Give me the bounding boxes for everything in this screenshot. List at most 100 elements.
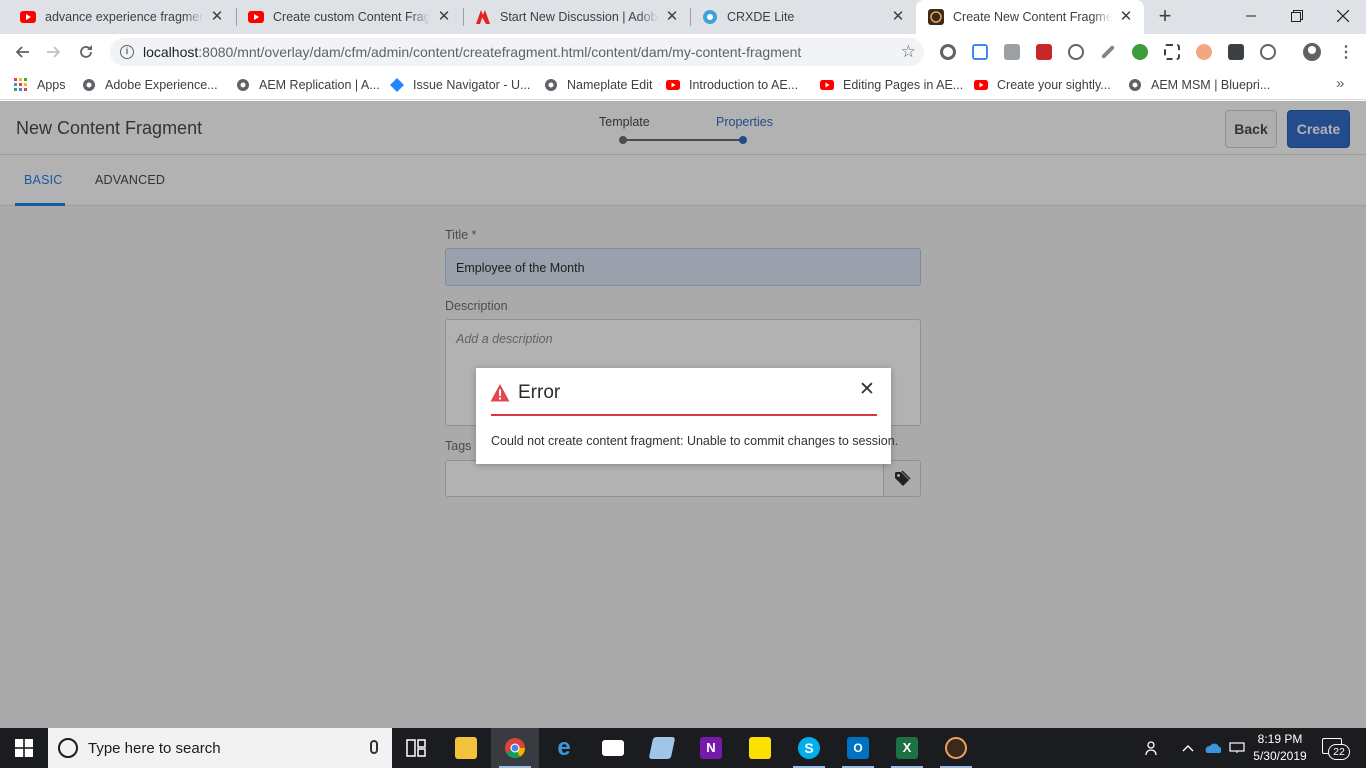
browser-tab-title: Start New Discussion | Adobe C (500, 10, 658, 24)
bookmark-item[interactable]: AEM Replication | A... (236, 76, 380, 94)
close-tab-icon[interactable]: ✕ (209, 9, 225, 25)
taskbar-outlook[interactable]: O (834, 728, 882, 768)
notification-count-badge: 22 (1328, 744, 1350, 760)
close-tab-icon[interactable]: ✕ (436, 9, 452, 25)
browser-tab-title: Create custom Content Fragme (273, 10, 430, 24)
minimize-button[interactable] (1228, 0, 1274, 32)
app-icon (945, 737, 967, 759)
sticky-notes-icon (749, 737, 771, 759)
screenshot-extension-icon[interactable] (972, 44, 988, 60)
browser-menu-icon[interactable]: ⋮ (1338, 42, 1354, 62)
extension-icon[interactable] (1036, 44, 1052, 60)
bookmark-label: Nameplate Edit (567, 78, 653, 92)
windows-logo-icon (15, 739, 33, 757)
browser-tab[interactable]: Create custom Content Fragme ✕ (236, 0, 462, 34)
eyedropper-extension-icon[interactable] (1100, 44, 1116, 60)
taskbar-search-box[interactable]: Type here to search (48, 728, 392, 768)
close-tab-icon[interactable]: ✕ (664, 9, 680, 25)
chevron-up-icon[interactable] (1178, 728, 1198, 768)
youtube-icon (666, 80, 680, 90)
taskbar-sticky-notes[interactable] (736, 728, 784, 768)
chrome-icon (505, 738, 526, 759)
task-view-button[interactable] (392, 728, 440, 768)
crop-extension-icon[interactable] (1164, 44, 1180, 60)
close-icon[interactable]: ✕ (859, 380, 875, 399)
taskbar-app[interactable] (932, 728, 980, 768)
globe-icon (83, 79, 95, 91)
camera-extension-icon[interactable] (1228, 44, 1244, 60)
browser-toolbar: i localhost:8080/mnt/overlay/dam/cfm/adm… (0, 34, 1366, 70)
windows-start-button[interactable] (0, 728, 48, 768)
microphone-icon[interactable] (370, 740, 378, 754)
more-bookmarks-chevron-icon[interactable]: » (1336, 75, 1344, 92)
reload-icon[interactable] (74, 40, 98, 64)
aem-icon (928, 9, 944, 25)
error-message: Could not create content fragment: Unabl… (491, 434, 899, 448)
extension-icon[interactable] (940, 44, 956, 60)
restore-button[interactable] (1274, 0, 1320, 32)
outlook-icon: O (847, 737, 869, 759)
task-view-icon (406, 739, 426, 757)
taskbar-mail[interactable] (589, 728, 637, 768)
bookmark-label: Create your sightly... (997, 78, 1111, 92)
globe-icon (1129, 79, 1141, 91)
excel-icon: X (896, 737, 918, 759)
taskbar-onenote[interactable]: N (687, 728, 735, 768)
recycle-extension-icon[interactable] (1068, 44, 1084, 60)
browser-tab-title: CRXDE Lite (727, 10, 795, 24)
browser-tab[interactable]: advance experience fragments ✕ (8, 0, 235, 34)
dialog-divider (491, 414, 877, 416)
camera-extension-icon[interactable] (1004, 44, 1020, 60)
bookmark-label: Adobe Experience... (105, 78, 218, 92)
bookmarks-bar: Apps Adobe Experience... AEM Replication… (0, 70, 1366, 100)
globe-icon (545, 79, 557, 91)
bookmark-item[interactable]: Introduction to AE... (666, 76, 798, 94)
new-tab-button[interactable]: + (1154, 5, 1176, 27)
forward-arrow-icon[interactable] (42, 40, 66, 64)
pin-extension-icon[interactable] (1132, 44, 1148, 60)
bookmark-item[interactable]: Nameplate Edit (544, 76, 652, 94)
taskbar-app[interactable] (638, 728, 686, 768)
bookmark-item[interactable]: Create your sightly... (974, 76, 1111, 94)
taskbar-skype[interactable]: S (785, 728, 833, 768)
site-info-icon[interactable]: i (120, 45, 134, 59)
taskbar-edge[interactable]: e (540, 728, 588, 768)
taskbar-clock[interactable]: 8:19 PM 5/30/2019 (1252, 731, 1308, 765)
close-tab-icon[interactable]: ✕ (890, 9, 906, 25)
taskbar-excel[interactable]: X (883, 728, 931, 768)
taskbar-chrome[interactable] (491, 728, 539, 768)
url-text[interactable]: localhost:8080/mnt/overlay/dam/cfm/admin… (143, 44, 801, 60)
back-arrow-icon[interactable] (10, 40, 34, 64)
edge-icon: e (557, 734, 571, 761)
onedrive-icon[interactable] (1200, 728, 1224, 768)
taskbar-file-explorer[interactable] (442, 728, 490, 768)
extension-icon[interactable] (1196, 44, 1212, 60)
network-icon[interactable] (1226, 728, 1248, 768)
bookmark-apps[interactable]: Apps (14, 76, 66, 94)
profile-avatar-icon[interactable] (1303, 43, 1321, 61)
bookmark-label: Introduction to AE... (689, 78, 799, 92)
youtube-icon (974, 80, 988, 90)
sync-extension-icon[interactable] (1260, 44, 1276, 60)
close-tab-icon[interactable]: ✕ (1118, 9, 1134, 25)
people-icon[interactable] (1140, 728, 1166, 768)
browser-tab[interactable]: Start New Discussion | Adobe C ✕ (463, 0, 690, 34)
bookmark-item[interactable]: Adobe Experience... (82, 76, 218, 94)
windows-taskbar: Type here to search e N S O X 8:19 PM 5/… (0, 728, 1366, 768)
youtube-icon (20, 9, 36, 25)
youtube-icon (820, 80, 834, 90)
browser-tab[interactable]: CRXDE Lite ✕ (690, 0, 916, 34)
bookmark-item[interactable]: Issue Navigator - U... (390, 76, 530, 94)
close-window-button[interactable] (1320, 0, 1366, 32)
bookmark-item[interactable]: AEM MSM | Bluepri... (1128, 76, 1270, 94)
onenote-icon: N (700, 737, 722, 759)
bookmark-label: AEM Replication | A... (259, 78, 380, 92)
cortana-icon (58, 738, 78, 758)
browser-tab-title: advance experience fragments (45, 10, 203, 24)
browser-tab-active[interactable]: Create New Content Fragment ✕ (916, 0, 1144, 34)
jira-icon (390, 78, 404, 92)
address-bar[interactable]: i localhost:8080/mnt/overlay/dam/cfm/adm… (110, 38, 924, 66)
bookmark-star-icon[interactable]: ☆ (901, 42, 916, 62)
globe-icon (237, 79, 249, 91)
bookmark-item[interactable]: Editing Pages in AE... (820, 76, 963, 94)
